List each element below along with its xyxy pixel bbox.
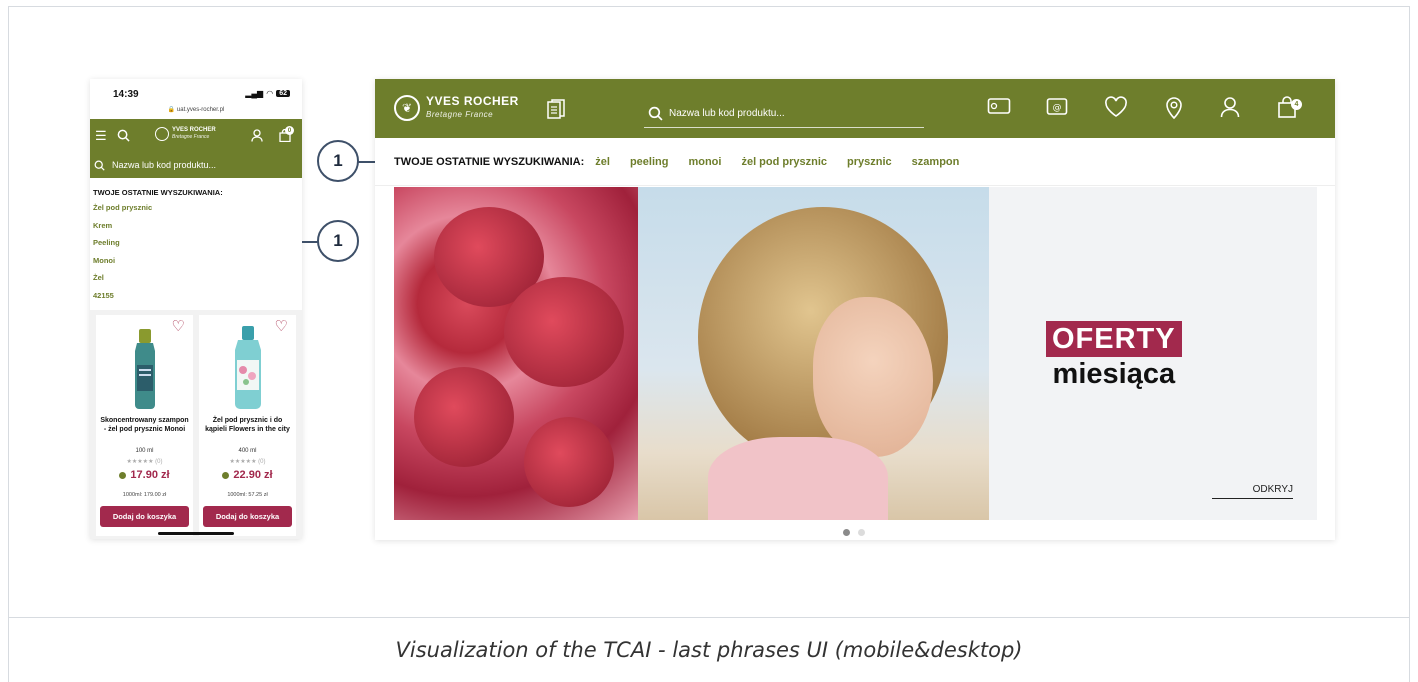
- product-image[interactable]: [130, 329, 160, 409]
- search-icon: [94, 160, 105, 171]
- wishlist-icon[interactable]: [1104, 96, 1128, 124]
- recent-search-item[interactable]: Monoi: [93, 256, 299, 274]
- user-icon[interactable]: [251, 119, 263, 152]
- status-indicators: ▂▄▆ ◠ 62: [245, 89, 290, 98]
- store-locator-icon[interactable]: [1164, 96, 1184, 126]
- catalog-icon[interactable]: [547, 99, 565, 124]
- product-card[interactable]: ♡ Skoncentrowany szampon - żel pod prysz…: [96, 315, 193, 536]
- product-price: 17.90 zł: [96, 469, 193, 481]
- mobile-screen: 14:39 ▂▄▆ ◠ 62 🔒 uat.yves-rocher.pl ☰ YV…: [90, 79, 302, 539]
- mobile-recent-searches: TWOJE OSTATNIE WYSZUKIWANIA: Żel pod pry…: [90, 178, 302, 311]
- leaf-logo-icon: ❦: [394, 95, 420, 121]
- desktop-header: ❦ YVES ROCHER Bretagne France Nazwa lub k…: [375, 79, 1335, 138]
- recent-search-item[interactable]: Peeling: [93, 238, 299, 256]
- recent-search-item[interactable]: prysznic: [847, 156, 892, 168]
- product-image[interactable]: [231, 326, 265, 410]
- price-dot-icon: [119, 471, 127, 479]
- mobile-status-bar: 14:39 ▂▄▆ ◠ 62 🔒 uat.yves-rocher.pl: [90, 79, 302, 119]
- home-indicator: [158, 532, 234, 535]
- leaf-logo-icon: [155, 127, 169, 141]
- callout-badge: 1: [317, 220, 359, 262]
- carousel-dot[interactable]: [858, 529, 865, 536]
- add-to-cart-button[interactable]: Dodaj do koszyka: [100, 506, 189, 527]
- brand-logo[interactable]: YVES ROCHER Bretagne France: [155, 127, 216, 141]
- raspberry-image: [394, 187, 638, 520]
- recent-search-item[interactable]: 42155: [93, 291, 299, 309]
- desktop-recent-searches: TWOJE OSTATNIE WYSZUKIWANIA: żel peeling…: [375, 138, 1335, 186]
- signal-icon: ▂▄▆: [245, 89, 264, 98]
- desktop-search-input[interactable]: Nazwa lub kod produktu...: [644, 100, 924, 128]
- recent-search-item[interactable]: peeling: [630, 156, 669, 168]
- gift-card-icon[interactable]: [987, 96, 1011, 122]
- carousel-dots: [843, 529, 865, 536]
- bag-icon[interactable]: [279, 119, 291, 152]
- recent-search-item[interactable]: monoi: [688, 156, 721, 168]
- price-dot-icon: [222, 471, 230, 479]
- offer-title: miesiąca: [1052, 358, 1176, 390]
- callout-connector: [358, 161, 375, 163]
- brand-name: YVES ROCHER: [172, 127, 216, 133]
- add-to-cart-button[interactable]: Dodaj do koszyka: [203, 506, 292, 527]
- recent-search-item[interactable]: żel: [595, 156, 610, 168]
- unit-price: 1000ml: 179.00 zł: [122, 492, 167, 498]
- battery-icon: 62: [276, 90, 290, 97]
- cart-count-badge: 4: [1291, 99, 1302, 110]
- heart-icon[interactable]: ♡: [275, 317, 288, 335]
- search-icon[interactable]: [117, 119, 130, 152]
- mobile-header: ☰ YVES ROCHER Bretagne France 0: [90, 119, 302, 152]
- mobile-search-input[interactable]: Nazwa lub kod produktu...: [90, 152, 302, 178]
- product-card[interactable]: ♡ Żel pod prysznic i do kąpieli Flowers …: [199, 315, 296, 536]
- price-value: 22.90 zł: [233, 469, 273, 481]
- heart-icon[interactable]: ♡: [172, 317, 185, 335]
- status-time: 14:39: [113, 89, 139, 100]
- brand-logo[interactable]: ❦ YVES ROCHER Bretagne France: [394, 95, 519, 121]
- recent-searches-title: TWOJE OSTATNIE WYSZUKIWANIA:: [394, 155, 585, 168]
- product-size: 400 ml: [238, 448, 257, 454]
- offer-tag: OFERTY: [1046, 321, 1182, 357]
- discover-link[interactable]: ODKRYJ: [1212, 484, 1293, 499]
- carousel-dot-active[interactable]: [843, 529, 850, 536]
- search-placeholder: Nazwa lub kod produktu...: [112, 160, 217, 170]
- svg-text:@: @: [1053, 103, 1062, 113]
- recent-search-item[interactable]: Żel: [93, 273, 299, 291]
- offer-headline: OFERTY miesiąca: [1046, 321, 1182, 391]
- product-name[interactable]: Żel pod prysznic i do kąpieli Flowers in…: [203, 416, 292, 434]
- product-rating: ★★★★★ (0): [126, 459, 163, 465]
- recent-search-item[interactable]: szampon: [912, 156, 960, 168]
- woman-photo: [638, 187, 989, 520]
- product-size: 100 ml: [135, 448, 154, 454]
- product-rating: ★★★★★ (0): [229, 459, 266, 465]
- search-placeholder: Nazwa lub kod produktu...: [669, 108, 785, 119]
- wifi-icon: ◠: [266, 89, 274, 98]
- unit-price: 1000ml: 57.25 zł: [227, 492, 268, 498]
- cart-count-badge: 0: [285, 126, 294, 135]
- account-icon[interactable]: [1220, 96, 1240, 124]
- callout-connector: [302, 241, 318, 243]
- newsletter-icon[interactable]: @: [1046, 96, 1068, 122]
- brand-tagline: Bretagne France: [172, 134, 210, 140]
- recent-searches-title: TWOJE OSTATNIE WYSZUKIWANIA:: [93, 188, 223, 197]
- brand-tagline: Bretagne France: [426, 110, 494, 119]
- menu-icon[interactable]: ☰: [95, 119, 107, 152]
- product-grid: ♡ Skoncentrowany szampon - żel pod prysz…: [90, 310, 302, 539]
- product-name[interactable]: Skoncentrowany szampon - żel pod pryszni…: [100, 416, 189, 434]
- recent-search-item[interactable]: Żel pod prysznic: [93, 203, 299, 221]
- price-value: 17.90 zł: [130, 469, 170, 481]
- search-icon: [648, 106, 663, 121]
- browser-url[interactable]: 🔒 uat.yves-rocher.pl: [90, 106, 302, 113]
- brand-name: YVES ROCHER: [426, 94, 519, 108]
- product-price: 22.90 zł: [199, 469, 296, 481]
- url-text: uat.yves-rocher.pl: [176, 107, 225, 113]
- desktop-screen: ❦ YVES ROCHER Bretagne France Nazwa lub k…: [375, 79, 1335, 540]
- recent-search-item[interactable]: żel pod prysznic: [741, 156, 827, 168]
- recent-search-item[interactable]: Krem: [93, 221, 299, 239]
- hero-banner[interactable]: OFERTY miesiąca ODKRYJ: [394, 187, 1317, 520]
- callout-badge: 1: [317, 140, 359, 182]
- figure-caption: Visualization of the TCAI - last phrases…: [395, 638, 1023, 662]
